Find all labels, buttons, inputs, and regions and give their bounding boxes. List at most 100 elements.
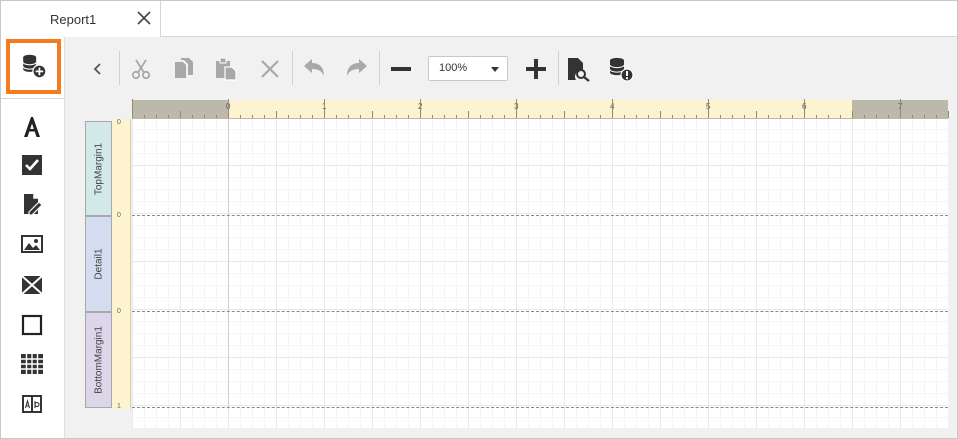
ruler-tick bbox=[636, 115, 637, 118]
ruler-tick bbox=[600, 115, 601, 118]
ruler-tick bbox=[768, 115, 769, 118]
zoom-in-icon[interactable] bbox=[523, 56, 549, 82]
close-icon[interactable] bbox=[135, 9, 153, 27]
band-top-margin[interactable]: TopMargin1 bbox=[85, 121, 112, 216]
redo-icon[interactable] bbox=[344, 56, 370, 82]
ruler-tick bbox=[252, 115, 253, 118]
zoom-select[interactable]: 100% bbox=[428, 56, 508, 81]
vertical-ruler-number: 1 bbox=[117, 403, 121, 410]
ruler-tick bbox=[492, 115, 493, 118]
label-tool-icon[interactable] bbox=[20, 115, 44, 139]
band-detail[interactable]: Detail1 bbox=[85, 216, 112, 312]
ruler-tick bbox=[372, 111, 373, 118]
cut-icon[interactable] bbox=[128, 56, 154, 82]
ruler-tick bbox=[804, 99, 805, 118]
undo-icon[interactable] bbox=[301, 56, 327, 82]
delete-icon[interactable] bbox=[257, 56, 283, 82]
ruler-tick bbox=[876, 115, 877, 118]
picture-box-tool-icon[interactable] bbox=[20, 232, 44, 256]
ruler-tick bbox=[540, 115, 541, 118]
ruler-tick bbox=[300, 115, 301, 118]
zoom-out-icon[interactable] bbox=[388, 56, 414, 82]
vertical-ruler-number: 0 bbox=[117, 212, 121, 219]
toolbox bbox=[1, 37, 65, 438]
band-separator[interactable] bbox=[132, 311, 948, 312]
band-bottom-margin[interactable]: BottomMargin1 bbox=[85, 312, 112, 408]
toolbar-divider bbox=[292, 51, 293, 85]
ruler-tick bbox=[816, 115, 817, 118]
ruler-tick bbox=[504, 115, 505, 118]
report-designer: Report1 100% 0 0 0 1 TopMargin1 Detail1 … bbox=[0, 0, 958, 439]
ruler-tick bbox=[936, 115, 937, 118]
ruler-tick bbox=[384, 115, 385, 118]
table-tool-icon[interactable] bbox=[20, 352, 44, 376]
ruler-tick bbox=[780, 115, 781, 118]
collapse-chevron-icon[interactable] bbox=[85, 56, 111, 82]
checkbox-tool-icon[interactable] bbox=[20, 153, 44, 177]
vertical-ruler-number: 0 bbox=[117, 308, 121, 315]
ruler-tick bbox=[168, 115, 169, 118]
design-surface[interactable] bbox=[132, 119, 948, 428]
ruler-tick bbox=[792, 115, 793, 118]
ruler-tick bbox=[192, 115, 193, 118]
chevron-down-icon bbox=[491, 67, 499, 72]
ruler-tick bbox=[240, 115, 241, 118]
ruler-tick bbox=[468, 111, 469, 118]
ruler-tick bbox=[864, 115, 865, 118]
rich-text-tool-icon[interactable] bbox=[20, 192, 44, 216]
ruler-tick bbox=[336, 115, 337, 118]
preview-icon[interactable] bbox=[565, 56, 591, 82]
toolbox-divider bbox=[1, 98, 65, 99]
database-warning-icon[interactable] bbox=[608, 56, 634, 82]
panel-tool-icon[interactable] bbox=[20, 273, 44, 297]
ruler-tick bbox=[408, 115, 409, 118]
ruler-tick bbox=[576, 115, 577, 118]
ruler-tick bbox=[912, 115, 913, 118]
ruler-tick bbox=[360, 115, 361, 118]
ruler-tick bbox=[432, 115, 433, 118]
band-separator[interactable] bbox=[132, 215, 948, 216]
ruler-tick bbox=[552, 115, 553, 118]
ruler-tick bbox=[840, 115, 841, 118]
database-add-icon bbox=[22, 54, 47, 79]
vertical-ruler-number: 0 bbox=[117, 119, 121, 126]
toolbar-divider bbox=[379, 51, 380, 85]
tab-report[interactable]: Report1 bbox=[1, 1, 161, 37]
copy-icon[interactable] bbox=[171, 56, 197, 82]
band-separator[interactable] bbox=[132, 407, 948, 408]
shape-tool-icon[interactable] bbox=[20, 313, 44, 337]
paste-icon[interactable] bbox=[213, 56, 239, 82]
ruler-tick bbox=[228, 99, 229, 118]
ruler-tick bbox=[924, 115, 925, 118]
band-label: Detail1 bbox=[93, 248, 104, 280]
ruler-tick bbox=[696, 115, 697, 118]
ruler-tick bbox=[444, 115, 445, 118]
ruler-tick bbox=[132, 99, 133, 118]
ruler-tick bbox=[948, 111, 949, 118]
horizontal-ruler: 01234567 bbox=[132, 99, 949, 119]
ruler-tick bbox=[684, 115, 685, 118]
ruler-tick bbox=[216, 115, 217, 118]
ruler-tick bbox=[888, 115, 889, 118]
ruler-tick bbox=[456, 115, 457, 118]
ruler-tick bbox=[648, 115, 649, 118]
ruler-tick bbox=[324, 99, 325, 118]
tab-label: Report1 bbox=[50, 12, 97, 27]
toolbar-divider bbox=[119, 51, 120, 85]
toolbar-divider bbox=[558, 51, 559, 85]
ruler-tick bbox=[852, 111, 853, 118]
ruler-tick bbox=[528, 115, 529, 118]
ruler-tick bbox=[264, 115, 265, 118]
tab-bar: Report1 bbox=[1, 1, 957, 37]
character-comb-tool-icon[interactable] bbox=[20, 392, 44, 416]
ruler-tick bbox=[624, 115, 625, 118]
band-label: TopMargin1 bbox=[93, 142, 104, 195]
ruler-tick bbox=[312, 115, 313, 118]
ruler-tick bbox=[144, 115, 145, 118]
ruler-tick bbox=[588, 115, 589, 118]
ruler-tick bbox=[204, 115, 205, 118]
add-data-source-button[interactable] bbox=[6, 39, 61, 94]
ruler-tick bbox=[828, 115, 829, 118]
ruler-tick bbox=[516, 99, 517, 118]
ruler-tick bbox=[396, 115, 397, 118]
